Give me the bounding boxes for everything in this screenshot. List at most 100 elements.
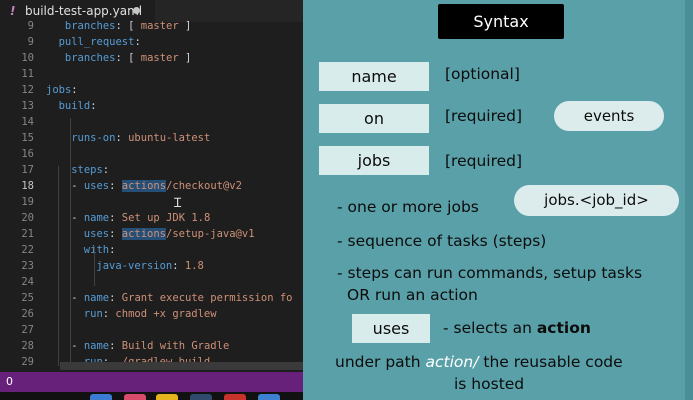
code-token: : (109, 244, 116, 256)
code-line[interactable]: 10 branches: [ master ] (0, 50, 303, 66)
uses-description: - selects an action (443, 319, 591, 337)
unsaved-dot-icon[interactable] (133, 7, 140, 14)
bullet-one-or-more-jobs: - one or more jobs (337, 198, 479, 216)
horizontal-scrollbar[interactable] (60, 362, 303, 370)
code-token: : (109, 228, 122, 240)
path-pre: under path (335, 353, 426, 371)
dock-app-icon[interactable] (224, 394, 246, 400)
code-token: ] (178, 52, 192, 64)
line-number: 21 (21, 228, 34, 240)
slide-title: Syntax (438, 4, 564, 39)
code-token: Build with Gradle (121, 340, 230, 352)
name-description: [optional] (445, 65, 520, 83)
dock-app-icon[interactable] (258, 394, 280, 400)
code-token: - (71, 292, 84, 304)
key-uses-box: uses (352, 314, 430, 343)
bullet-steps-run: - steps can run commands, setup tasks (337, 264, 643, 282)
code-line[interactable]: 14 (0, 114, 303, 130)
code-line[interactable]: 26 run: chmod +x gradlew (0, 306, 303, 322)
code-token: - (71, 340, 84, 352)
code-token: : [ (115, 52, 141, 64)
code-text: - name: Grant execute permission fo (71, 290, 292, 306)
code-text: runs-on: ubuntu-latest (71, 130, 210, 146)
code-token: with (83, 244, 110, 256)
code-token: name (83, 212, 110, 224)
code-line[interactable]: 19 (0, 194, 303, 210)
code-token: actions (121, 228, 167, 240)
code-text: branches: [ master ] (65, 50, 191, 66)
line-number: 19 (21, 196, 34, 208)
code-line[interactable]: 20 - name: Set up JDK 1.8 (0, 210, 303, 226)
code-line[interactable]: 18 - uses: actions/checkout@v2 (0, 178, 303, 194)
code-token: name (83, 292, 110, 304)
code-line[interactable]: 28 - name: Build with Gradle (0, 338, 303, 354)
dock-app-icon[interactable] (190, 394, 212, 400)
indent-guide (94, 246, 95, 286)
code-token: - (71, 212, 84, 224)
code-token: 1.8 (184, 260, 204, 272)
code-token: uses (83, 228, 110, 240)
line-number: 10 (21, 52, 34, 64)
code-token: /setup-java@v1 (166, 228, 255, 240)
code-line[interactable]: 13 build: (0, 98, 303, 114)
code-line[interactable]: 12 jobs: (0, 82, 303, 98)
text-cursor-icon: Ɪ (174, 196, 182, 211)
key-on-box: on (319, 104, 429, 133)
code-text: java-version: 1.8 (96, 258, 203, 274)
code-line[interactable]: 24 (0, 274, 303, 290)
code-token: master (140, 52, 179, 64)
code-token: name (83, 340, 110, 352)
line-number: 23 (21, 260, 34, 272)
code-token: java-version (96, 260, 173, 272)
key-name-box: name (319, 62, 429, 91)
code-token: : (109, 292, 122, 304)
code-line[interactable]: 21 uses: actions/setup-java@v1 (0, 226, 303, 242)
code-token: Set up JDK 1.8 (121, 212, 211, 224)
path-line-1: under path action/ the reusable code (335, 353, 623, 371)
code-token: steps (71, 164, 103, 176)
syntax-slide: Syntax name [optional] on [required] eve… (303, 0, 693, 400)
code-text: - name: Build with Gradle (71, 338, 229, 354)
code-line[interactable]: 25 - name: Grant execute permission fo (0, 290, 303, 306)
code-token: runs-on (71, 132, 116, 144)
line-number: 27 (21, 324, 34, 336)
dock-app-icon[interactable] (90, 394, 112, 400)
indent-guide (58, 166, 59, 366)
line-number: 22 (21, 244, 34, 256)
code-token: build (58, 100, 91, 112)
code-line[interactable]: 23 java-version: 1.8 (0, 258, 303, 274)
code-token: branches (64, 20, 116, 32)
line-number: 12 (21, 84, 34, 96)
code-line[interactable]: 17 steps: (0, 162, 303, 178)
code-text: steps: (71, 162, 109, 178)
code-text: with: (84, 242, 116, 258)
line-number: 13 (21, 100, 34, 112)
code-token: : (115, 132, 129, 144)
line-number: 14 (21, 116, 34, 128)
dock-app-icon[interactable] (156, 394, 178, 400)
dock (0, 392, 303, 400)
code-token: : (172, 260, 185, 272)
code-token: chmod +x gradlew (115, 308, 217, 320)
line-number: 11 (21, 68, 34, 80)
path-post: the reusable code (478, 353, 623, 371)
dock-app-icon[interactable] (124, 394, 146, 400)
on-description: [required] (445, 107, 523, 125)
code-line[interactable]: 9 pull_request: (0, 34, 303, 50)
code-token: : (109, 340, 122, 352)
code-line[interactable]: 9 branches: [ master ] (0, 18, 303, 34)
line-number: 9 (27, 36, 34, 48)
code-line[interactable]: 16 (0, 146, 303, 162)
code-line[interactable]: 15 runs-on: ubuntu-latest (0, 130, 303, 146)
code-line[interactable]: 11 (0, 66, 303, 82)
line-number: 15 (21, 132, 34, 144)
code-token: /checkout@v2 (166, 180, 242, 192)
code-token: pull_request (58, 36, 135, 48)
code-editor[interactable]: ! build-test-app.yaml 9 branches: [ maste… (0, 0, 303, 372)
code-token: : (102, 164, 110, 176)
jobs-description: [required] (445, 152, 523, 170)
code-line[interactable]: 27 (0, 322, 303, 338)
code-token: : (109, 180, 122, 192)
status-bar: 0 (0, 372, 303, 392)
code-line[interactable]: 22 with: (0, 242, 303, 258)
